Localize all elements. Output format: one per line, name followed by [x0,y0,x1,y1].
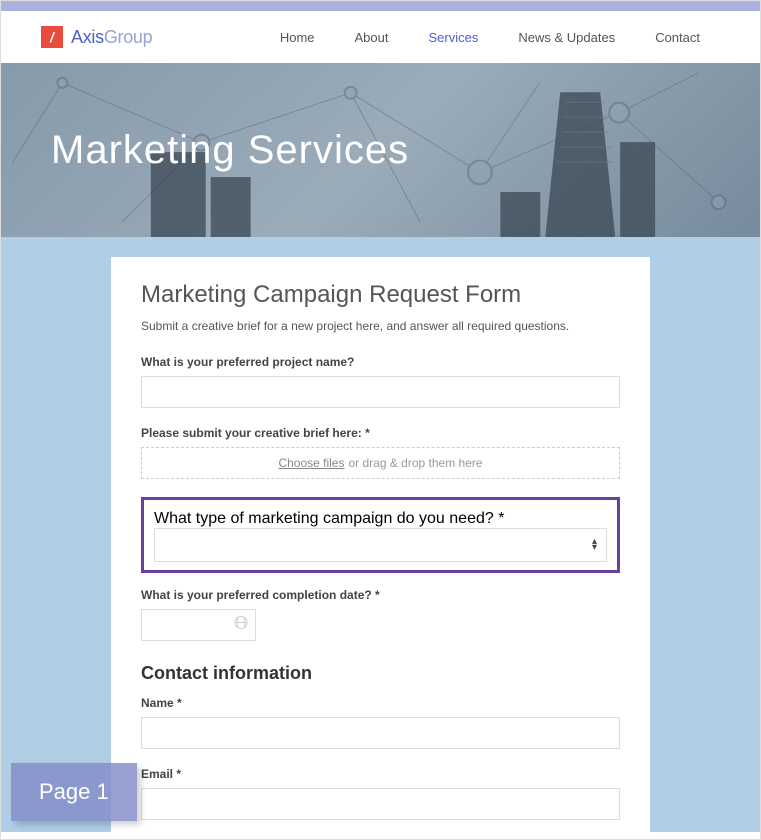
nav-link-news[interactable]: News & Updates [518,30,615,45]
completion-date-label: What is your preferred completion date? … [141,588,620,602]
hero-title: Marketing Services [51,128,409,173]
nav-links: Home About Services News & Updates Conta… [280,30,700,45]
top-nav: / AxisGroup Home About Services News & U… [1,11,760,63]
field-email: Email * [141,767,620,820]
form-subtitle: Submit a creative brief for a new projec… [141,319,620,333]
nav-link-about[interactable]: About [355,30,389,45]
file-upload-dropzone[interactable]: Choose files or drag & drop them here [141,447,620,479]
logo-text-a: Axis [71,27,104,47]
email-label: Email * [141,767,620,781]
nav-link-home[interactable]: Home [280,30,315,45]
form-title: Marketing Campaign Request Form [141,281,620,309]
page-body: Marketing Campaign Request Form Submit a… [1,237,760,832]
page-indicator-badge: Page 1 [11,763,137,821]
field-campaign-type-highlight: What type of marketing campaign do you n… [141,497,620,573]
upload-hint: or drag & drop them here [348,456,482,470]
form-card: Marketing Campaign Request Form Submit a… [111,257,650,832]
logo[interactable]: / AxisGroup [41,26,152,48]
logo-text-b: Group [104,27,153,47]
logo-mark-icon: / [41,26,63,48]
browser-chrome-bar [1,1,760,11]
field-completion-date: What is your preferred completion date? … [141,588,620,641]
nav-link-contact[interactable]: Contact [655,30,700,45]
field-name: Name * [141,696,620,749]
creative-brief-label: Please submit your creative brief here: … [141,426,620,440]
project-name-label: What is your preferred project name? [141,355,620,369]
field-project-name: What is your preferred project name? [141,355,620,408]
campaign-type-select-wrap: ▴▾ [154,528,607,562]
hero-banner: Marketing Services [1,63,760,237]
field-creative-brief: Please submit your creative brief here: … [141,426,620,479]
calendar-icon [234,616,248,635]
campaign-type-label: What type of marketing campaign do you n… [154,510,504,527]
contact-section-heading: Contact information [141,663,620,684]
campaign-type-select[interactable] [154,528,607,562]
logo-text: AxisGroup [71,27,152,48]
email-input[interactable] [141,788,620,820]
choose-files-link[interactable]: Choose files [278,456,344,470]
name-input[interactable] [141,717,620,749]
project-name-input[interactable] [141,376,620,408]
nav-link-services[interactable]: Services [429,30,479,45]
name-label: Name * [141,696,620,710]
